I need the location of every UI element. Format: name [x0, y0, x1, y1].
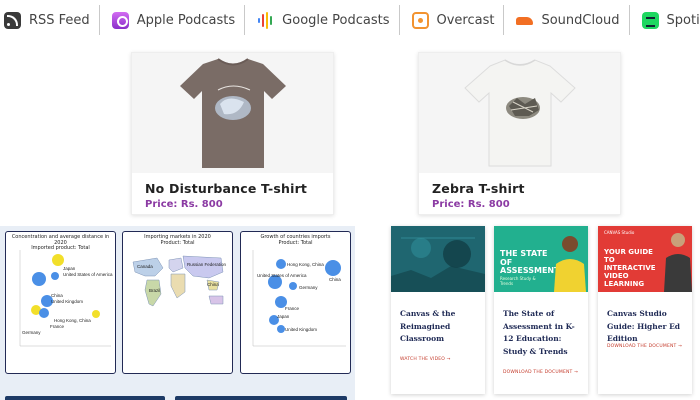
map-label: Canada: [137, 264, 153, 269]
spotify-label: Spotify: [666, 12, 700, 28]
person-photo: [664, 233, 692, 292]
bubble-label: Germany: [299, 285, 318, 290]
bubble-chart: Hong Kong, China United States of Americ…: [252, 250, 346, 347]
map-label: Russian Federation: [187, 262, 227, 267]
resource-image[interactable]: CANVAS Studio YOUR GUIDE TO INTERACTIVE …: [598, 226, 692, 292]
spotify-icon: [641, 11, 659, 29]
download-document-link[interactable]: DOWNLOAD THE DOCUMENT →: [503, 370, 578, 375]
image-subheadline: Research Study & Trends: [500, 276, 536, 286]
google-podcasts-icon: [257, 11, 274, 29]
bubble-label: Hong Kong, China: [54, 318, 91, 323]
google-podcasts-label: Google Podcasts: [282, 12, 390, 28]
bubble-label: France: [285, 306, 300, 311]
resource-image[interactable]: [391, 226, 485, 292]
product-image[interactable]: [132, 53, 333, 173]
bubble-label: China: [51, 293, 63, 298]
image-brand: CANVAS Studio: [604, 230, 635, 235]
bubble-label: Japan: [63, 266, 76, 271]
product-price: Price: Rs. 800: [432, 199, 510, 210]
resource-card-canvas-classroom[interactable]: Canvas & the Reimagined Classroom WATCH …: [391, 226, 485, 394]
soundcloud-label: SoundCloud: [541, 12, 620, 28]
bubble-label: United Kingdom: [51, 299, 83, 304]
spotify-link[interactable]: Spotify: [630, 5, 700, 35]
bubble-label: China: [329, 277, 341, 282]
apple-podcasts-icon: [111, 11, 129, 29]
world-map: Canada Russian Federation China Brazil: [132, 255, 227, 307]
map-label: China: [207, 282, 219, 287]
bubble-label: Japan: [277, 314, 290, 319]
podcast-links-bar: RSS Feed Apple Podcasts Google Podcasts …: [0, 0, 700, 40]
resource-title[interactable]: Canvas Studio Guide: Higher Ed Edition: [607, 308, 687, 346]
resource-title[interactable]: Canvas & the Reimagined Classroom: [400, 308, 480, 346]
chart-title: Importing markets in 2020 Product: Total: [144, 234, 211, 246]
rss-feed-label: RSS Feed: [29, 12, 90, 28]
tshirt-image: [179, 57, 286, 168]
google-podcasts-link[interactable]: Google Podcasts: [245, 5, 400, 35]
resource-card-state-of-assessment[interactable]: THE STATE OF ASSESSMENT Research Study &…: [494, 226, 588, 394]
product-price: Price: Rs. 800: [145, 199, 223, 210]
bubble-label: France: [50, 324, 65, 329]
product-card-zebra[interactable]: Zebra T-shirt Price: Rs. 800: [418, 52, 621, 215]
chart-nav-button[interactable]: [5, 396, 165, 400]
rss-icon: [4, 11, 21, 29]
chart-panel-concentration[interactable]: Concentration and average distance in 20…: [5, 231, 116, 374]
product-name[interactable]: Zebra T-shirt: [432, 181, 525, 196]
trade-charts-section: Concentration and average distance in 20…: [0, 226, 355, 400]
chart-panel-world-map[interactable]: Importing markets in 2020 Product: Total…: [122, 231, 233, 374]
resource-title[interactable]: The State of Assessment in K-12 Educatio…: [503, 308, 583, 358]
bubble-chart: Japan United States of America China Uni…: [19, 250, 113, 347]
product-card-no-disturbance[interactable]: No Disturbance T-shirt Price: Rs. 800: [131, 52, 334, 215]
overcast-link[interactable]: Overcast: [400, 5, 505, 35]
chart-title: Growth of countries imports Product: Tot…: [260, 234, 331, 246]
download-document-link[interactable]: DOWNLOAD THE DOCUMENT →: [607, 344, 682, 349]
bubble-label: Germany: [22, 330, 41, 335]
bubble-label: Hong Kong, China: [287, 262, 324, 267]
image-headline: YOUR GUIDE TO INTERACTIVE VIDEO LEARNING: [604, 248, 656, 288]
bubble-label: United States of America: [63, 272, 113, 277]
resource-card-studio-guide[interactable]: CANVAS Studio YOUR GUIDE TO INTERACTIVE …: [598, 226, 692, 394]
product-image[interactable]: [419, 53, 620, 173]
image-headline: THE STATE OF ASSESSMENT: [500, 249, 560, 275]
map-label: Brazil: [149, 288, 160, 293]
soundcloud-link[interactable]: SoundCloud: [504, 5, 630, 35]
rss-feed-link[interactable]: RSS Feed: [0, 5, 100, 35]
chart-nav-button[interactable]: [175, 396, 347, 400]
chart-panel-growth[interactable]: Growth of countries imports Product: Tot…: [240, 231, 351, 374]
product-name[interactable]: No Disturbance T-shirt: [145, 181, 307, 196]
soundcloud-icon: [516, 12, 534, 29]
bubble-label: United Kingdom: [285, 327, 317, 332]
overcast-label: Overcast: [436, 12, 495, 28]
apple-podcasts-label: Apple Podcasts: [136, 12, 236, 28]
tshirt-image: [463, 58, 576, 166]
watch-video-link[interactable]: WATCH THE VIDEO →: [400, 357, 451, 362]
bubble-label: United States of America: [257, 273, 307, 278]
person-photo: [554, 236, 586, 292]
resource-image[interactable]: THE STATE OF ASSESSMENT Research Study &…: [494, 226, 588, 292]
apple-podcasts-link[interactable]: Apple Podcasts: [100, 5, 246, 35]
overcast-icon: [411, 11, 429, 29]
